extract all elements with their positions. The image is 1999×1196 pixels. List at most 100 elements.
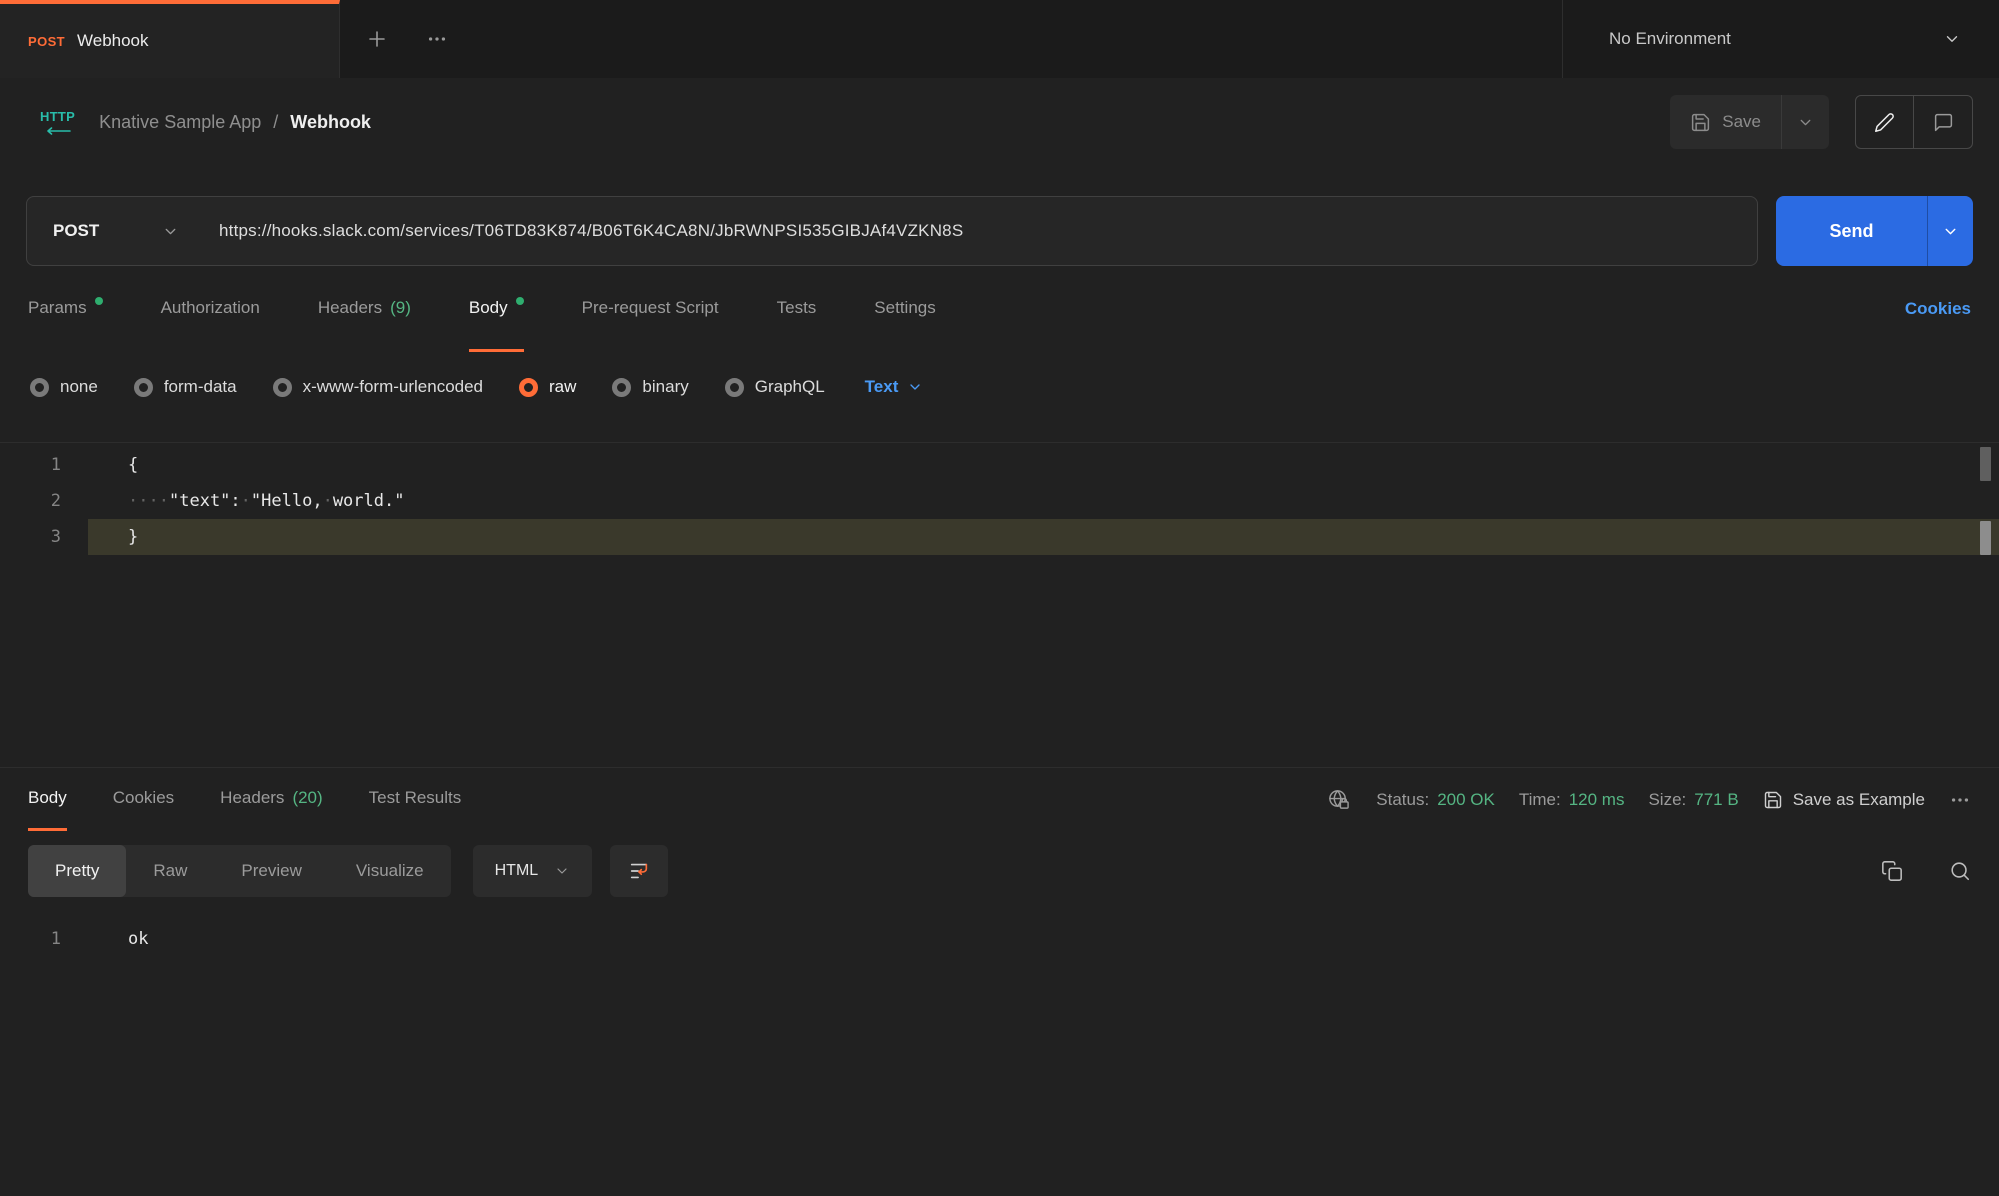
cookies-link[interactable]: Cookies [1905,266,1971,352]
status-label: Status: [1376,790,1429,810]
radio-icon [612,378,631,397]
tab-options-button[interactable] [414,0,460,78]
line-number: 1 [0,447,88,483]
code-text: } [88,519,138,555]
wrap-lines-button[interactable] [610,845,668,897]
params-populated-dot [95,297,103,305]
line-number: 3 [0,519,88,555]
radio-icon [134,378,153,397]
size-value: 771 B [1694,790,1738,810]
tab-label: Pre-request Script [582,298,719,318]
request-tab-active[interactable]: POST Webhook [0,0,340,78]
copy-response-button[interactable] [1881,860,1903,882]
body-mode-binary[interactable]: binary [612,377,688,397]
response-format-selector[interactable]: HTML [473,845,593,897]
chevron-down-icon [1943,30,1961,48]
line-number: 2 [0,483,88,519]
breadcrumb: Knative Sample App / Webhook [99,112,371,133]
save-options-button[interactable] [1781,95,1829,149]
body-populated-dot [516,297,524,305]
view-pretty[interactable]: Pretty [28,845,126,897]
tab-headers[interactable]: Headers (9) [318,266,411,352]
send-options-button[interactable] [1927,196,1973,266]
plus-icon [365,27,389,51]
radio-icon [273,378,292,397]
response-tab-cookies[interactable]: Cookies [113,768,174,831]
mode-label: none [60,377,98,397]
tab-label: Params [28,298,87,318]
tab-title: Webhook [77,31,149,51]
time-label: Time: [1519,790,1561,810]
tab-label: Authorization [161,298,260,318]
response-body-viewer[interactable]: 1 ok [0,911,1999,957]
send-button-group: Send [1776,196,1973,266]
http-request-type-icon: HTTP [40,109,75,135]
tab-pre-request-script[interactable]: Pre-request Script [582,266,719,352]
tab-label: Test Results [369,788,462,808]
body-mode-none[interactable]: none [30,377,98,397]
headers-count: (9) [390,298,411,318]
send-button[interactable]: Send [1776,196,1927,266]
response-tab-body[interactable]: Body [28,768,67,831]
collection-name-link[interactable]: Knative Sample App [99,112,261,133]
response-headers-count: (20) [292,788,322,808]
chevron-down-icon [554,863,570,879]
save-as-example-button[interactable]: Save as Example [1763,790,1925,810]
method-selector[interactable]: POST [27,197,205,265]
edit-documentation-button[interactable] [1856,96,1914,148]
save-button[interactable]: Save [1670,95,1781,149]
view-visualize[interactable]: Visualize [329,845,451,897]
view-preview[interactable]: Preview [214,845,328,897]
chevron-down-icon [1797,114,1814,131]
method-value: POST [53,221,99,241]
wrap-text-icon [628,860,650,882]
scrollbar-marker[interactable] [1980,447,1991,481]
response-text: ok [88,921,148,957]
tab-authorization[interactable]: Authorization [161,266,260,352]
tab-label: Headers [318,298,382,318]
request-name[interactable]: Webhook [290,112,371,133]
network-status-icon[interactable] [1327,788,1350,811]
response-line: 1 ok [0,921,1999,957]
documentation-comments-group [1855,95,1973,149]
body-mode-x-www-form-urlencoded[interactable]: x-www-form-urlencoded [273,377,483,397]
request-body-editor[interactable]: 1 { 2 ····"text":·"Hello,·world." 3 } [0,442,1999,767]
tab-params[interactable]: Params [28,266,103,352]
tab-tests[interactable]: Tests [777,266,817,352]
request-header: HTTP Knative Sample App / Webhook Save [0,78,1999,166]
breadcrumb-separator: / [273,112,278,133]
tab-label: Body [28,788,67,808]
raw-language-selector[interactable]: Text [865,377,924,397]
environment-selector[interactable]: No Environment [1562,0,1999,78]
more-options-icon [1949,789,1971,811]
url-bar: POST https://hooks.slack.com/services/T0… [26,196,1973,266]
new-tab-button[interactable] [354,0,400,78]
response-tab-headers[interactable]: Headers (20) [220,768,323,831]
copy-icon [1881,860,1903,882]
postman-app-window: POST Webhook No Environment HTTP Knative… [0,0,1999,1196]
response-options-button[interactable] [1949,789,1971,811]
comments-button[interactable] [1914,96,1972,148]
floppy-disk-icon [1763,790,1783,810]
scrollbar-marker[interactable] [1980,521,1991,555]
chevron-down-icon [907,379,923,395]
view-raw[interactable]: Raw [126,845,214,897]
url-input[interactable]: https://hooks.slack.com/services/T06TD83… [219,221,963,241]
chevron-down-icon [162,223,179,240]
line-number: 1 [0,921,88,957]
comment-bubble-icon [1933,112,1954,133]
body-mode-raw[interactable]: raw [519,377,576,397]
body-mode-graphql[interactable]: GraphQL [725,377,825,397]
code-line: 1 { [0,447,1999,483]
save-button-label: Save [1722,112,1761,132]
tab-settings[interactable]: Settings [874,266,935,352]
tab-body[interactable]: Body [469,266,524,352]
mode-label: raw [549,377,576,397]
response-actions [1881,860,1971,882]
response-tab-test-results[interactable]: Test Results [369,768,462,831]
radio-selected-icon [519,378,538,397]
response-view-controls: Pretty Raw Preview Visualize HTML [0,831,1999,911]
tab-label: Body [469,298,508,318]
search-response-button[interactable] [1949,860,1971,882]
body-mode-form-data[interactable]: form-data [134,377,237,397]
